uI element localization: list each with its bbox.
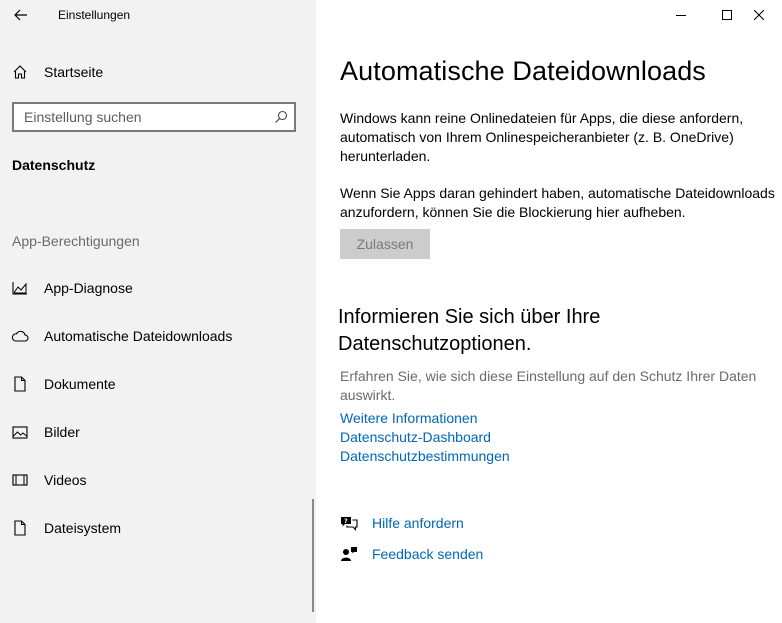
maximize-icon (722, 10, 732, 20)
page-title: Automatische Dateidownloads (340, 56, 706, 86)
unblock-text: Wenn Sie Apps daran gehindert haben, aut… (340, 185, 775, 220)
minimize-icon (676, 15, 686, 16)
back-button[interactable] (6, 2, 36, 28)
more-info-link[interactable]: Weitere Informationen (340, 410, 477, 426)
window-title: Einstellungen (58, 8, 131, 22)
feedback-person-icon (340, 545, 358, 563)
description-text: Windows kann reine Onlinedateien für App… (340, 110, 744, 164)
minimize-button[interactable] (658, 0, 704, 30)
picture-icon (11, 423, 29, 441)
back-arrow-icon (14, 9, 27, 21)
sidebar-item-label: Dateisystem (44, 520, 122, 536)
sidebar-item-documents[interactable]: Dokumente (0, 366, 312, 402)
sidebar: Einstellungen Startseite Datenschutz App… (0, 0, 316, 623)
sidebar-item-label: App-Diagnose (44, 280, 133, 296)
allow-button[interactable]: Zulassen (340, 229, 430, 259)
feedback-label: Feedback senden (372, 546, 484, 562)
home-icon (11, 63, 29, 81)
document-icon (11, 375, 29, 393)
help-label: Hilfe anfordern (372, 515, 464, 531)
privacy-dashboard-link[interactable]: Datenschutz-Dashboard (340, 429, 491, 445)
sidebar-item-app-diagnose[interactable]: App-Diagnose (0, 270, 312, 306)
privacy-text: Erfahren Sie, wie sich diese Einstellung… (340, 368, 757, 403)
sidebar-item-label: Startseite (44, 64, 104, 80)
chart-icon (11, 279, 29, 297)
help-chat-icon: ? (340, 514, 358, 532)
svg-text:?: ? (344, 517, 348, 525)
search-icon[interactable] (274, 110, 288, 124)
sidebar-item-automatic-downloads[interactable]: Automatische Dateidownloads (0, 318, 312, 354)
sidebar-item-home[interactable]: Startseite (0, 54, 312, 90)
sidebar-item-file-system[interactable]: Dateisystem (0, 510, 312, 546)
film-icon (11, 471, 29, 489)
group-title: App-Berechtigungen (12, 233, 140, 249)
sidebar-item-label: Videos (44, 472, 87, 488)
sidebar-item-pictures[interactable]: Bilder (0, 414, 312, 450)
privacy-heading: Informieren Sie sich über Ihre Datenschu… (338, 306, 601, 355)
main-content: Automatische Dateidownloads Windows kann… (316, 0, 782, 623)
close-button[interactable] (736, 0, 782, 30)
sidebar-item-label: Automatische Dateidownloads (44, 328, 233, 344)
cloud-icon (11, 327, 29, 345)
sidebar-item-videos[interactable]: Videos (0, 462, 312, 498)
send-feedback-link[interactable]: Feedback senden (340, 543, 483, 565)
close-icon (754, 10, 764, 20)
sidebar-item-label: Bilder (44, 424, 80, 440)
file-icon (11, 519, 29, 537)
search-input[interactable] (14, 104, 274, 130)
sidebar-item-label: Dokumente (44, 376, 116, 392)
get-help-link[interactable]: ? Hilfe anfordern (340, 512, 464, 534)
privacy-statement-link[interactable]: Datenschutzbestimmungen (340, 448, 510, 464)
search-field[interactable] (12, 102, 296, 132)
sidebar-scrollbar[interactable] (312, 499, 314, 612)
section-title: Datenschutz (12, 157, 96, 173)
